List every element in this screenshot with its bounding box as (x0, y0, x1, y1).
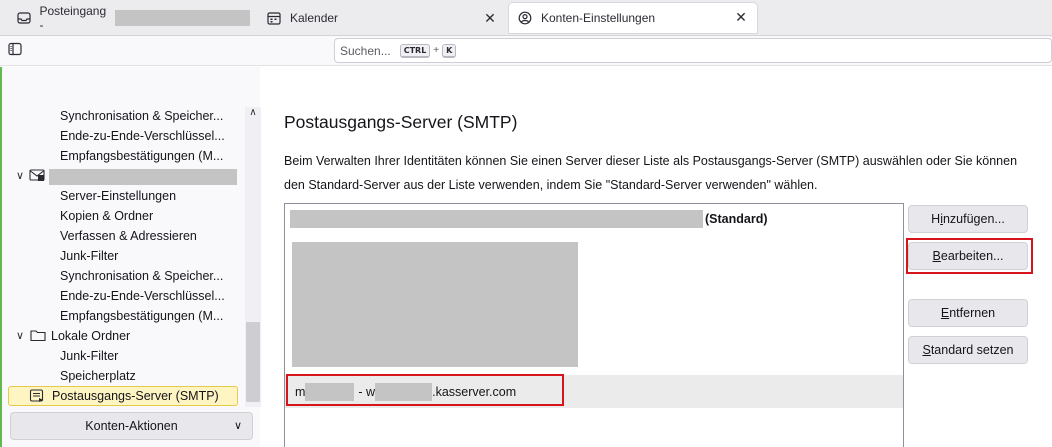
tree-item-e2e[interactable]: Ende-zu-Ende-Verschlüssel... (60, 286, 225, 306)
page-title: Postausgangs-Server (SMTP) (284, 112, 518, 132)
chevron-up-icon[interactable]: ∧ (247, 107, 259, 119)
chevron-down-icon[interactable]: ∨ (14, 329, 26, 342)
tree-item-composition[interactable]: Verfassen & Adressieren (60, 226, 197, 246)
access-key: B (932, 249, 941, 263)
search-input[interactable]: Suchen... CTRL + K (334, 38, 1052, 63)
shortcut-key-ctrl: CTRL (399, 43, 431, 58)
shortcut-plus: + (433, 45, 440, 56)
btn-text: H (931, 212, 941, 226)
account-actions-label: Konten-Aktionen (85, 419, 178, 433)
tree-item-e2e[interactable]: Ende-zu-Ende-Verschlüssel... (60, 126, 225, 146)
tree-item-sync[interactable]: Synchronisation & Speicher... (60, 106, 223, 126)
tree-item-storage[interactable]: Speicherplatz (60, 366, 136, 386)
access-key: E (940, 306, 950, 320)
redacted-account-name[interactable] (49, 169, 237, 185)
tree-item-server-settings[interactable]: Server-Einstellungen (60, 186, 176, 206)
tree-item-copies-folders[interactable]: Kopien & Ordner (60, 206, 153, 226)
tree-item-junk[interactable]: Junk-Filter (60, 246, 118, 266)
tab-calendar[interactable]: Kalender ✕ (258, 4, 506, 32)
tab-inbox[interactable]: Posteingang - (8, 4, 258, 32)
shortcut-key-k: K (442, 43, 457, 58)
account-tree-pane: Synchronisation & Speicher... Ende-zu-En… (0, 67, 262, 447)
list-item-selected[interactable]: m - w .kasserver.com (285, 375, 903, 408)
inbox-icon (16, 10, 31, 26)
tab-account-settings[interactable]: Konten-Einstellungen ✕ (509, 3, 757, 33)
tree-item-local-folders[interactable]: Lokale Ordner (51, 326, 130, 346)
settings-content: Postausgangs-Server (SMTP) Beim Verwalte… (261, 67, 1052, 447)
tab-label: Kalender (290, 11, 339, 25)
btn-text: tandard setzen (930, 343, 1014, 357)
account-actions-button[interactable]: Konten-Aktionen ∨ (10, 412, 253, 440)
server-domain: .kasserver.com (432, 384, 517, 399)
tab-label: Posteingang - (39, 4, 107, 32)
folder-icon (30, 328, 46, 342)
tab-strip: Posteingang - Kalender ✕ Konten-Einstell… (0, 0, 1052, 36)
redacted-account-name (114, 10, 250, 26)
scrollbar-thumb[interactable] (246, 322, 260, 402)
tree-item-junk[interactable]: Junk-Filter (60, 346, 118, 366)
chevron-down-icon[interactable]: ∨ (14, 169, 26, 182)
account-settings-icon (517, 10, 533, 26)
calendar-icon (266, 10, 282, 26)
server-separator: - w (358, 384, 376, 399)
toolbar: Suchen... CTRL + K (0, 36, 1052, 66)
mail-account-icon (29, 168, 45, 182)
smtp-server-list[interactable]: (Standard) m - w .kasserver.com (284, 203, 904, 447)
edit-server-button[interactable]: Bearbeiten... (908, 242, 1028, 270)
tree-item-sync[interactable]: Synchronisation & Speicher... (60, 266, 223, 286)
btn-text: ntfernen (949, 306, 996, 320)
tab-label: Konten-Einstellungen (541, 11, 656, 25)
folder-pane-toggle-icon[interactable] (8, 42, 26, 60)
close-icon[interactable]: ✕ (733, 9, 749, 25)
redacted-server-name (290, 210, 703, 228)
tree-item-receipts[interactable]: Empfangsbestätigungen (M... (60, 146, 223, 166)
search-placeholder: Suchen... (340, 43, 391, 58)
list-item[interactable]: (Standard) (285, 209, 903, 229)
list-item[interactable] (285, 242, 903, 367)
redacted-user (305, 382, 355, 401)
add-server-button[interactable]: Hi nzufügen... (908, 205, 1028, 233)
remove-server-button[interactable]: Entfernen (908, 299, 1028, 327)
server-prefix: m (295, 384, 306, 399)
tree-item-receipts[interactable]: Empfangsbestätigungen (M... (60, 306, 223, 326)
set-default-button[interactable]: Standard setzen (908, 336, 1028, 364)
btn-text: nzufügen... (942, 212, 1005, 226)
redacted-host (375, 382, 433, 401)
redacted-server-entries (292, 242, 578, 367)
close-icon[interactable]: ✕ (482, 10, 498, 26)
default-marker: (Standard) (705, 212, 768, 226)
page-description: Beim Verwalten Ihrer Identitäten können … (284, 154, 1018, 192)
access-key: S (922, 343, 931, 357)
tree-item-smtp[interactable]: Postausgangs-Server (SMTP) (52, 386, 219, 406)
btn-text: earbeiten... (940, 249, 1004, 263)
chevron-down-icon: ∨ (233, 420, 242, 432)
outgoing-server-icon (29, 389, 45, 403)
